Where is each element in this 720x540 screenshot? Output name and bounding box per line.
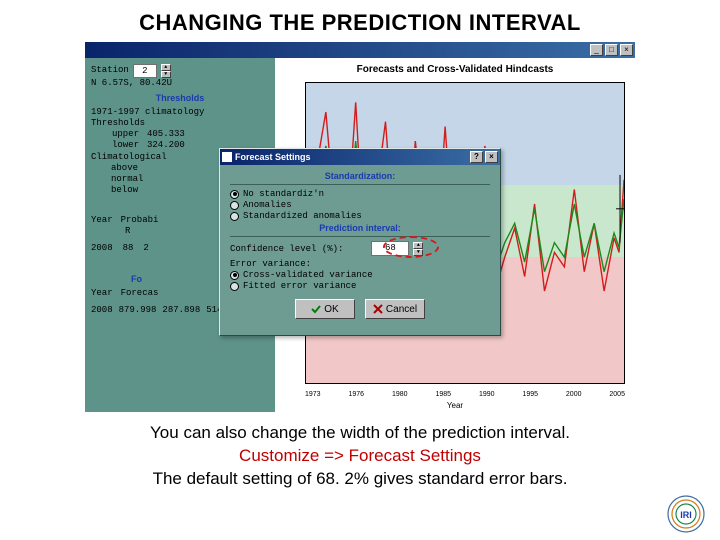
confidence-spinner[interactable]: ▲▼ xyxy=(413,242,423,256)
ok-label: OK xyxy=(324,304,338,315)
row-val2: 2 xyxy=(143,243,148,254)
chart-x-ticks: 1973 1976 1980 1985 1990 1995 2000 2005 xyxy=(305,391,625,398)
x-icon xyxy=(373,304,383,314)
chart-x-label: Year xyxy=(275,401,635,410)
close-button[interactable]: × xyxy=(620,44,633,56)
xtick: 1985 xyxy=(435,391,451,398)
fc-year: 2008 xyxy=(91,305,113,316)
err-opt-label: Cross-validated variance xyxy=(243,270,373,280)
xtick: 1990 xyxy=(479,391,495,398)
radio-icon xyxy=(230,271,239,280)
upper-label: upper xyxy=(91,129,139,140)
xtick: 1980 xyxy=(392,391,408,398)
err-opt-label: Fitted error variance xyxy=(243,281,356,291)
climatology-text: 1971-1997 climatology xyxy=(91,107,269,118)
thresholds-text: Thresholds xyxy=(91,118,269,129)
year-header: Year xyxy=(91,215,113,226)
maximize-button[interactable]: □ xyxy=(605,44,618,56)
std-option-standardized[interactable]: Standardized anomalies xyxy=(230,211,490,221)
check-icon xyxy=(311,304,321,314)
xtick: 1973 xyxy=(305,391,321,398)
app-screenshot: _ □ × Station 2 ▲▼ N 6.57S, 80.42U Thres… xyxy=(85,42,635,412)
err-option-cv[interactable]: Cross-validated variance xyxy=(230,270,490,280)
ok-button[interactable]: OK xyxy=(295,299,355,319)
lower-value: 324.200 xyxy=(147,140,185,151)
dialog-title: Forecast Settings xyxy=(235,152,311,162)
radio-icon xyxy=(230,190,239,199)
fc-val1: 879.998 xyxy=(119,305,157,316)
radio-icon xyxy=(230,212,239,221)
xtick: 2005 xyxy=(609,391,625,398)
coord-text: N 6.57S, 80.42U xyxy=(91,78,269,89)
xtick: 1995 xyxy=(522,391,538,398)
err-option-fitted[interactable]: Fitted error variance xyxy=(230,281,490,291)
confidence-level-field[interactable]: 68 xyxy=(371,241,409,256)
dialog-icon xyxy=(222,152,232,162)
lower-label: lower xyxy=(91,140,139,151)
caption-line1: You can also change the width of the pre… xyxy=(0,422,720,445)
fc-year-header: Year xyxy=(91,288,113,299)
station-field[interactable]: 2 xyxy=(133,64,157,78)
error-variance-label: Error variance: xyxy=(230,259,490,269)
radio-icon xyxy=(230,282,239,291)
std-opt-label: Anomalies xyxy=(243,200,292,210)
fc-header: Forecas xyxy=(121,288,159,299)
confidence-level-label: Confidence level (%): xyxy=(230,244,343,254)
std-option-anomalies[interactable]: Anomalies xyxy=(230,200,490,210)
chart-title: Forecasts and Cross-Validated Hindcasts xyxy=(275,58,635,77)
forecast-settings-dialog: Forecast Settings ? × Standardization: N… xyxy=(219,148,501,336)
main-window-titlebar: _ □ × xyxy=(85,42,635,58)
station-spinner[interactable]: ▲▼ xyxy=(161,64,171,78)
upper-value: 405.333 xyxy=(147,129,185,140)
cancel-label: Cancel xyxy=(386,304,417,315)
dialog-help-button[interactable]: ? xyxy=(470,151,483,163)
thresholds-heading: Thresholds xyxy=(91,93,269,104)
slide-caption: You can also change the width of the pre… xyxy=(0,422,720,491)
radio-icon xyxy=(230,201,239,210)
std-opt-label: Standardized anomalies xyxy=(243,211,362,221)
station-label: Station xyxy=(91,65,129,76)
row-year: 2008 xyxy=(91,243,113,254)
std-option-none[interactable]: No standardiz'n xyxy=(230,189,490,199)
caption-menu-path: Customize => Forecast Settings xyxy=(0,445,720,468)
row-val1: 88 xyxy=(123,243,134,254)
xtick: 2000 xyxy=(566,391,582,398)
slide-title: CHANGING THE PREDICTION INTERVAL xyxy=(0,0,720,42)
svg-text:IRI: IRI xyxy=(680,510,692,520)
dialog-titlebar: Forecast Settings ? × xyxy=(220,149,500,165)
minimize-button[interactable]: _ xyxy=(590,44,603,56)
fc-val2: 287.898 xyxy=(162,305,200,316)
std-opt-label: No standardiz'n xyxy=(243,189,324,199)
caption-line3: The default setting of 68. 2% gives stan… xyxy=(0,468,720,491)
cancel-button[interactable]: Cancel xyxy=(365,299,425,319)
standardization-group-label: Standardization: xyxy=(230,171,490,181)
iri-logo: IRI xyxy=(666,494,706,534)
prediction-interval-group-label: Prediction interval: xyxy=(230,223,490,233)
prob-header: Probabi xyxy=(121,215,159,226)
xtick: 1976 xyxy=(348,391,364,398)
dialog-close-button[interactable]: × xyxy=(485,151,498,163)
